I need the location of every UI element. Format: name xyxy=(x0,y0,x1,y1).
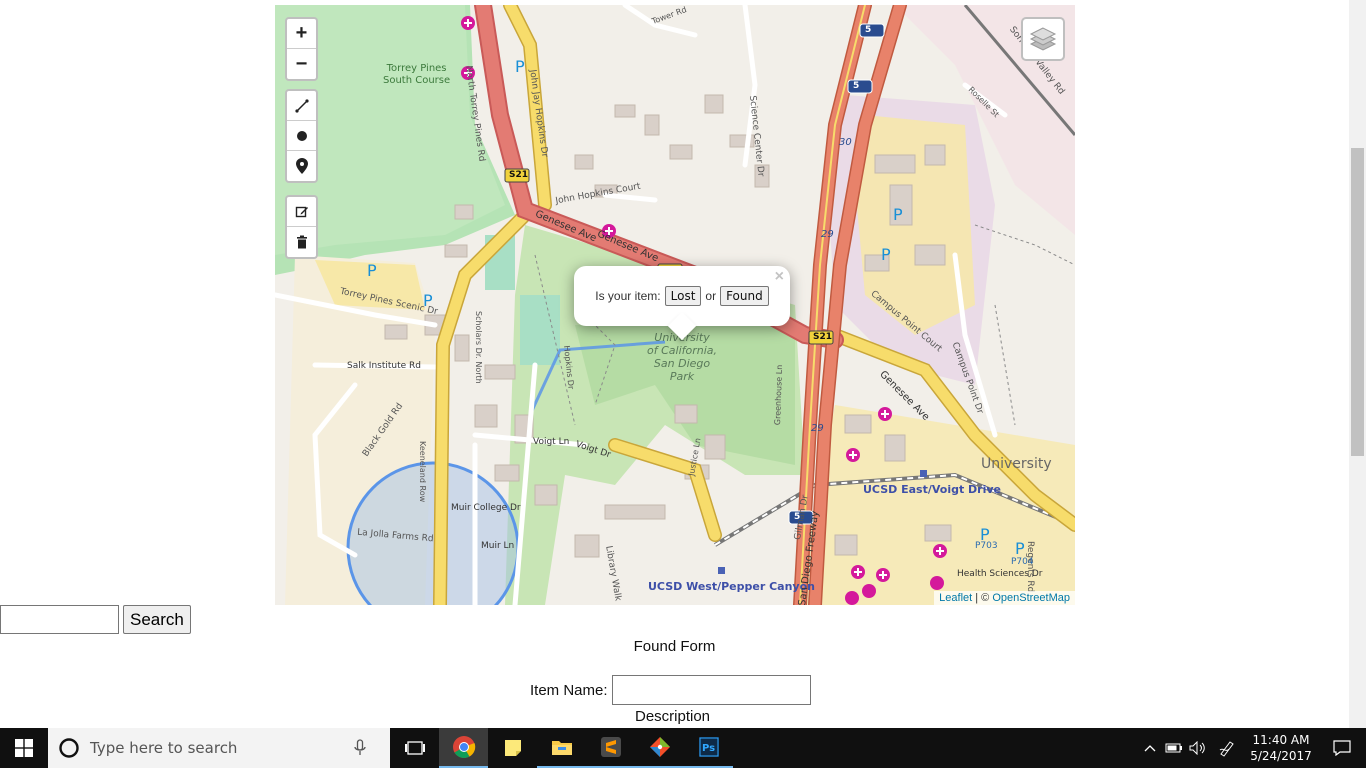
draw-polyline-button[interactable] xyxy=(287,91,316,121)
taskbar-git[interactable] xyxy=(635,728,684,768)
task-view-button[interactable] xyxy=(390,728,439,768)
map[interactable]: Torrey Pines South Course North Torrey P… xyxy=(275,5,1075,605)
taskbar-chrome[interactable] xyxy=(439,728,488,768)
attribution-separator: | © xyxy=(972,592,993,604)
microphone-icon[interactable] xyxy=(354,739,366,757)
svg-text:Ps: Ps xyxy=(702,743,715,754)
clock[interactable]: 11:40 AM 5/24/2017 xyxy=(1244,732,1318,764)
taskbar-file-explorer[interactable] xyxy=(537,728,586,768)
battery-button[interactable] xyxy=(1162,743,1186,753)
taskbar-search-box[interactable]: Type here to search xyxy=(48,728,390,768)
circle-icon xyxy=(296,130,307,141)
lost-found-popup: × Is your item: Lost or Found xyxy=(574,266,790,341)
popup-or: or xyxy=(705,289,717,303)
battery-icon xyxy=(1165,743,1182,753)
show-hidden-icons-button[interactable] xyxy=(1138,744,1162,752)
windows-taskbar: Type here to search Ps 11:40 AM 5/24/201… xyxy=(0,728,1366,768)
zoom-out-button[interactable]: − xyxy=(287,49,316,79)
draw-toolbar xyxy=(285,89,318,183)
cortana-icon xyxy=(59,738,79,758)
search-input[interactable] xyxy=(0,605,119,634)
file-explorer-icon xyxy=(551,741,572,755)
notification-icon xyxy=(1333,740,1351,756)
volume-icon xyxy=(1189,741,1205,755)
taskbar-sublime-text[interactable] xyxy=(586,728,635,768)
popup-close-button[interactable]: × xyxy=(775,268,784,286)
page-scrollbar[interactable] xyxy=(1349,0,1366,728)
taskbar-photoshop[interactable]: Ps xyxy=(684,728,733,768)
volume-button[interactable] xyxy=(1186,741,1210,755)
action-center-button[interactable] xyxy=(1318,740,1366,756)
draw-marker-button[interactable] xyxy=(287,151,316,181)
chrome-icon xyxy=(452,736,475,758)
found-button[interactable]: Found xyxy=(720,286,769,306)
taskbar-sticky-notes[interactable] xyxy=(488,728,537,768)
item-name-row: Item Name: xyxy=(530,675,811,705)
task-view-icon xyxy=(404,741,425,755)
item-name-input[interactable] xyxy=(611,675,811,705)
photoshop-icon: Ps xyxy=(698,737,719,757)
layers-icon xyxy=(1029,27,1057,51)
clock-time: 11:40 AM xyxy=(1252,733,1310,747)
lost-button[interactable]: Lost xyxy=(664,286,702,306)
start-button[interactable] xyxy=(0,728,48,768)
item-name-label: Item Name: xyxy=(530,681,608,699)
layers-control-button[interactable] xyxy=(1021,17,1065,61)
description-label: Description xyxy=(634,708,711,725)
clock-date: 5/24/2017 xyxy=(1250,749,1312,763)
pen-workspace-button[interactable] xyxy=(1210,739,1244,757)
marker-icon xyxy=(295,158,308,174)
sticky-notes-icon xyxy=(504,740,521,756)
search-button[interactable]: Search xyxy=(123,605,191,634)
openstreetmap-link[interactable]: OpenStreetMap xyxy=(992,592,1070,604)
popup-question: Is your item: xyxy=(595,289,661,303)
zoom-control: + − xyxy=(285,17,318,81)
map-attribution: Leaflet | © OpenStreetMap xyxy=(934,591,1075,605)
leaflet-link[interactable]: Leaflet xyxy=(939,592,972,604)
edit-layers-button[interactable] xyxy=(287,197,316,227)
delete-layers-button[interactable] xyxy=(287,227,316,257)
scrollbar-thumb[interactable] xyxy=(1351,148,1364,456)
zoom-in-button[interactable]: + xyxy=(287,19,316,49)
trash-icon xyxy=(296,235,307,249)
polyline-icon xyxy=(294,98,309,113)
search-bar: Search xyxy=(0,605,191,634)
windows-logo-icon xyxy=(15,739,33,757)
found-form-title: Found Form xyxy=(633,638,716,655)
edit-icon xyxy=(295,206,308,217)
system-tray: 11:40 AM 5/24/2017 xyxy=(1138,728,1366,768)
draw-circle-button[interactable] xyxy=(287,121,316,151)
sublime-text-icon xyxy=(600,737,621,757)
edit-toolbar xyxy=(285,195,318,259)
chevron-up-icon xyxy=(1144,745,1156,752)
taskbar-search-placeholder: Type here to search xyxy=(90,739,238,757)
pen-icon xyxy=(1219,741,1234,757)
git-icon xyxy=(649,737,670,757)
